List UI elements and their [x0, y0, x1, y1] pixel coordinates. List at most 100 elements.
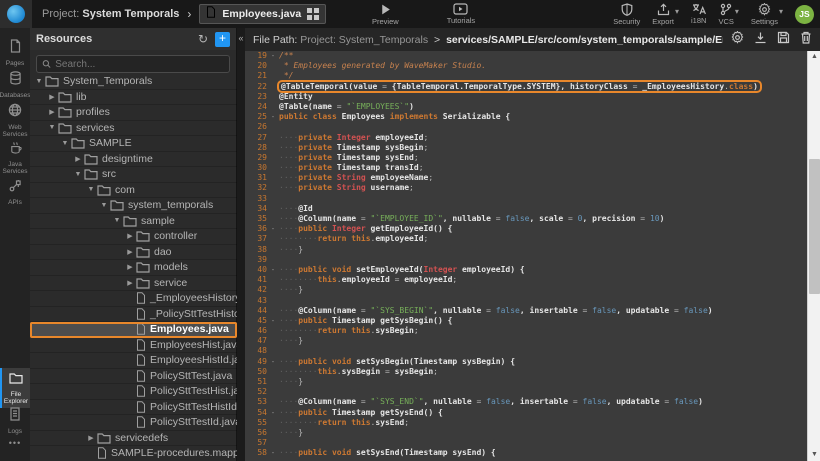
code-line-highlighted[interactable]: 22@TableTemporal(value = {TableTemporal.…	[245, 82, 807, 92]
tree-folder-com[interactable]: ▼com	[30, 183, 237, 199]
code-line[interactable]: 20 * Employees generated by WaveMaker St…	[245, 61, 807, 71]
search-input[interactable]	[55, 59, 224, 70]
add-resource-button[interactable]: +	[215, 32, 230, 47]
chevron-right-icon[interactable]: ▶	[73, 155, 83, 163]
tree-folder-services[interactable]: ▼services	[30, 121, 237, 137]
rail-item-databases[interactable]: Databases	[0, 68, 30, 102]
code-line[interactable]: 38····}	[245, 245, 807, 255]
tree-file-_PolicySttTestHistory.java[interactable]: _PolicySttTestHistory.java	[30, 307, 237, 323]
code-line[interactable]: 28····private Timestamp sysBegin;	[245, 143, 807, 153]
code-line[interactable]: 54-····public Timestamp getSysEnd() {	[245, 408, 807, 418]
vertical-scrollbar[interactable]: ▲ ▼	[807, 51, 820, 461]
tree-folder-SAMPLE[interactable]: ▼SAMPLE	[30, 136, 237, 152]
tree-file-PolicySttTestHistId.java[interactable]: PolicySttTestHistId.java	[30, 400, 237, 416]
code-line[interactable]: 48	[245, 346, 807, 356]
code-line[interactable]: 57	[245, 438, 807, 448]
code-line[interactable]: 31····private String employeeName;	[245, 173, 807, 183]
code-line[interactable]: 58-····public void setSysEnd(Timestamp s…	[245, 448, 807, 458]
tree-file-Employees.java[interactable]: Employees.java	[30, 322, 237, 338]
chevron-right-icon[interactable]: ▶	[47, 108, 57, 116]
fold-icon[interactable]: -	[267, 224, 279, 234]
code-line[interactable]: 50········this.sysBegin = sysBegin;	[245, 367, 807, 377]
rail-item-file-explorer[interactable]: File Explorer	[0, 368, 30, 408]
code-line[interactable]: 35····@Column(name = "`EMPLOYEE_ID`", nu…	[245, 214, 807, 224]
chevron-down-icon[interactable]: ▼	[112, 217, 122, 224]
code-line[interactable]: 42····}	[245, 285, 807, 295]
settings-button[interactable]: Settings	[751, 3, 778, 26]
code-line[interactable]: 56····}	[245, 428, 807, 438]
wavemaker-logo[interactable]	[0, 0, 32, 28]
grid-icon[interactable]	[307, 8, 319, 20]
chevron-right-icon[interactable]: ▶	[125, 263, 135, 271]
rail-more-button[interactable]: •••	[0, 438, 30, 448]
rail-item-apis[interactable]: APIs	[0, 176, 30, 209]
save-button[interactable]	[777, 31, 790, 49]
tree-folder-profiles[interactable]: ▶profiles	[30, 105, 237, 121]
code-line[interactable]: 39	[245, 255, 807, 265]
preview-button[interactable]: Preview	[372, 3, 399, 26]
export-button[interactable]: Export	[652, 3, 674, 26]
code-line[interactable]: 37········return this.employeeId;	[245, 234, 807, 244]
tree-file-SAMPLE-procedures.mappings.json[interactable]: SAMPLE-procedures.mappings.json	[30, 446, 237, 461]
tree-folder-System_Temporals[interactable]: ▼System_Temporals	[30, 74, 237, 90]
code-line[interactable]: 25-public class Employees implements Ser…	[245, 112, 807, 122]
chevron-down-icon[interactable]: ▼	[34, 78, 44, 85]
fold-icon[interactable]: -	[267, 265, 279, 275]
chevron-down-icon[interactable]: ▼	[73, 171, 83, 178]
fold-icon[interactable]: -	[267, 408, 279, 418]
tree-folder-src[interactable]: ▼src	[30, 167, 237, 183]
fold-icon[interactable]: -	[267, 357, 279, 367]
code-line[interactable]: 30····private Timestamp transId;	[245, 163, 807, 173]
code-line[interactable]: 34····@Id	[245, 204, 807, 214]
code-line[interactable]: 23@Entity	[245, 92, 807, 102]
security-button[interactable]: Security	[613, 3, 640, 26]
download-button[interactable]	[754, 31, 767, 49]
code-line[interactable]: 24@Table(name = "`EMPLOYEES`")	[245, 102, 807, 112]
open-file-tab[interactable]: Employees.java	[199, 4, 325, 24]
tutorials-button[interactable]: Tutorials	[447, 3, 475, 25]
code-area[interactable]: 19-/**20 * Employees generated by WaveMa…	[245, 51, 807, 461]
tree-folder-servicedefs[interactable]: ▶servicedefs	[30, 431, 237, 447]
collapse-panel-button[interactable]: «	[237, 31, 245, 45]
chevron-right-icon[interactable]: ▶	[125, 279, 135, 287]
code-line[interactable]: 47····}	[245, 336, 807, 346]
chevron-right-icon[interactable]: ▶	[86, 434, 96, 442]
code-line[interactable]: 36-····public Integer getEmployeeId() {	[245, 224, 807, 234]
chevron-down-icon[interactable]: ▼	[99, 202, 109, 209]
code-line[interactable]: 46········return this.sysBegin;	[245, 326, 807, 336]
tree-folder-system_temporals[interactable]: ▼system_temporals	[30, 198, 237, 214]
delete-button[interactable]	[800, 31, 812, 49]
refresh-icon[interactable]: ↻	[198, 32, 208, 46]
scroll-up-icon[interactable]: ▲	[808, 51, 820, 63]
tree-folder-lib[interactable]: ▶lib	[30, 90, 237, 106]
rail-item-logs[interactable]: Logs	[0, 404, 30, 438]
code-line[interactable]: 55········return this.sysEnd;	[245, 418, 807, 428]
fold-icon[interactable]: -	[267, 51, 279, 61]
code-line[interactable]: 44····@Column(name = "`SYS_BEGIN`", null…	[245, 306, 807, 316]
rail-item-java-services[interactable]: Java Services	[0, 138, 30, 178]
fold-icon[interactable]: -	[267, 112, 279, 122]
code-line[interactable]: 49-····public void setSysBegin(Timestamp…	[245, 357, 807, 367]
settings-button[interactable]	[731, 31, 744, 49]
tree-folder-designtime[interactable]: ▶designtime	[30, 152, 237, 168]
chevron-down-icon[interactable]: ▼	[60, 140, 70, 147]
tree-folder-dao[interactable]: ▶dao	[30, 245, 237, 261]
chevron-right-icon[interactable]: ▶	[125, 248, 135, 256]
user-avatar[interactable]: JS	[795, 5, 814, 24]
code-line[interactable]: 41········this.employeeId = employeeId;	[245, 275, 807, 285]
tree-folder-service[interactable]: ▶service	[30, 276, 237, 292]
tree-file-PolicySttTest.java[interactable]: PolicySttTest.java	[30, 369, 237, 385]
vcs-button[interactable]: VCS	[718, 3, 733, 26]
tree-file-PolicySttTestId.java[interactable]: PolicySttTestId.java	[30, 415, 237, 431]
fold-icon[interactable]: -	[267, 448, 279, 458]
scroll-down-icon[interactable]: ▼	[808, 449, 820, 461]
tree-folder-controller[interactable]: ▶controller	[30, 229, 237, 245]
tree-file-EmployeesHist.java[interactable]: EmployeesHist.java	[30, 338, 237, 354]
chevron-down-icon[interactable]: ▼	[86, 186, 96, 193]
chevron-right-icon[interactable]: ▶	[47, 93, 57, 101]
fold-icon[interactable]: -	[267, 316, 279, 326]
code-line[interactable]: 21 */	[245, 71, 807, 81]
code-line[interactable]: 19-/**	[245, 51, 807, 61]
code-line[interactable]: 26	[245, 122, 807, 132]
code-line[interactable]: 33	[245, 194, 807, 204]
